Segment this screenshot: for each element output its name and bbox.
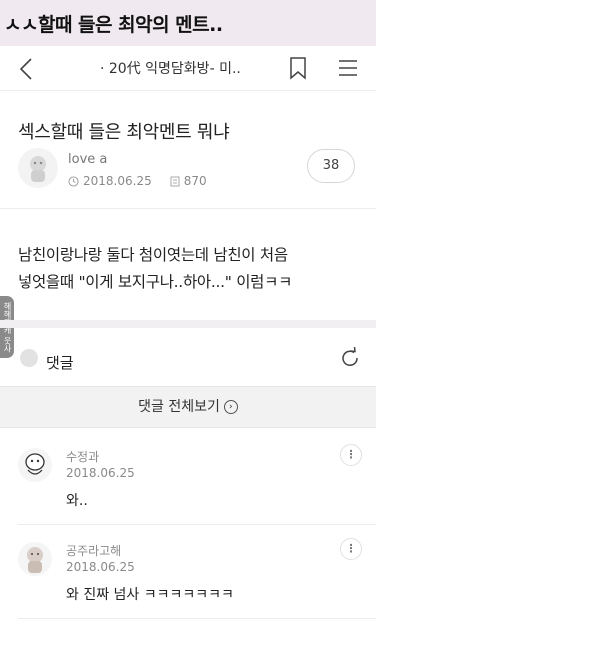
room-title: · 20代 익명담화방- 미.. [100,61,241,77]
commenter-avatar[interactable] [18,542,52,576]
post-body-line: 남친이랑나랑 둘다 첨이엿는데 남친이 처음 [18,246,288,264]
character-avatar-icon [25,453,45,475]
comments-label: 댓글 [46,354,74,372]
more-icon[interactable]: ⋮ [340,538,362,560]
app-screen: · 20代 익명담화방- 미.. 섹스할때 들은 최악멘트 뭐냐 love a … [0,46,376,647]
comment-count-button[interactable]: 38 [307,149,355,183]
character-avatar-icon [27,547,43,573]
post-views: 870 [183,174,207,188]
author-avatar[interactable] [18,148,58,188]
views-icon [170,176,180,186]
post-body: 남친이랑나랑 둘다 첨이엿는데 남친이 처음 넣엇을때 "이게 보지구나..하아… [18,242,368,296]
comment-divider [18,618,376,619]
back-icon[interactable] [14,56,40,82]
bookmark-icon[interactable] [287,56,309,80]
banner-title: ㅅㅅ할때 들은 최악의 멘트.. [4,14,223,36]
chevron-right-icon: › [223,400,238,414]
see-all-label: 댓글 전체보기 [138,399,220,415]
post-meta: 2018.06.25 870 [68,174,207,188]
post-body-line: 넣엇을때 "이게 보지구나..하아..." 이럼ㅋㅋ [18,273,293,291]
clock-icon [68,175,79,187]
author-name[interactable]: love a [68,152,107,167]
commenter-name[interactable]: 공주라고해 [66,542,121,559]
avatar-icon [30,156,46,182]
comment-text: 와 진짜 넘사 ㅋㅋㅋㅋㅋㅋㅋ [66,587,234,603]
commenter-avatar[interactable] [18,448,52,482]
comments-header: 댓글 [0,342,376,386]
top-bar: · 20代 익명담화방- 미.. [0,46,376,91]
comment-date: 2018.06.25 [66,466,135,480]
comment-text: 와.. [66,493,88,509]
post-title: 섹스할때 들은 최악멘트 뭐냐 [18,122,230,143]
comment-date: 2018.06.25 [66,560,135,574]
comment-divider [18,524,376,525]
section-divider [0,320,376,328]
more-icon[interactable]: ⋮ [340,444,362,466]
divider [0,208,376,209]
user-avatar [20,349,38,367]
page-banner: ㅅㅅ할때 들은 최악의 멘트.. [0,0,376,46]
post-date: 2018.06.25 [83,174,152,188]
see-all-comments-button[interactable]: 댓글 전체보기 › [0,386,376,428]
commenter-name[interactable]: 수정과 [66,448,99,465]
refresh-icon[interactable] [338,346,362,370]
menu-icon[interactable] [336,56,360,80]
